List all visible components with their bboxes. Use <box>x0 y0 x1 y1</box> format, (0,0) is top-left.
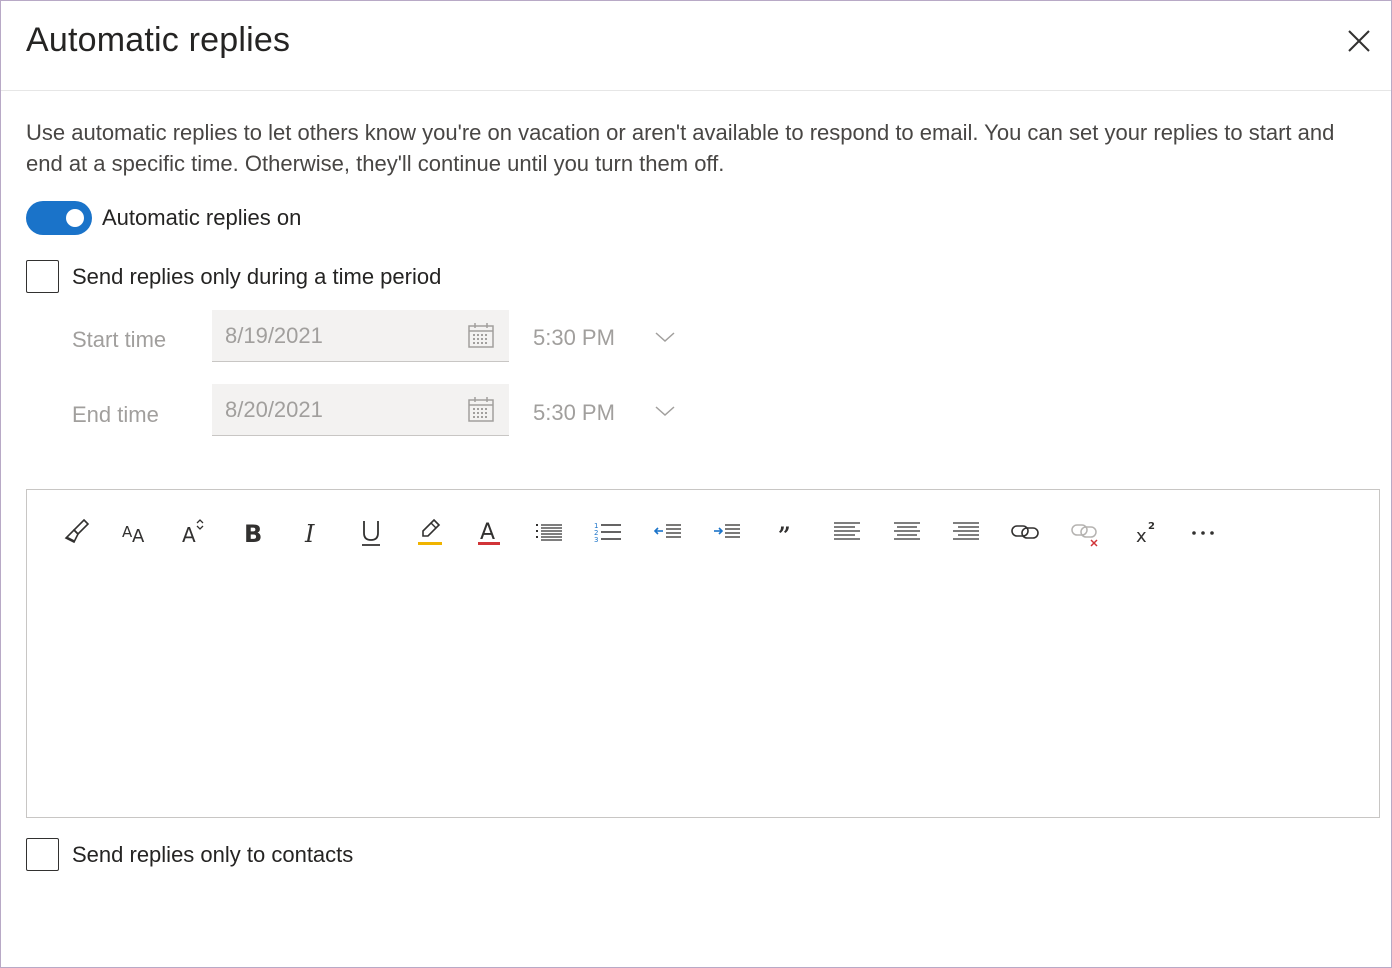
time-period-checkbox[interactable] <box>26 260 59 293</box>
format-painter-icon <box>64 518 90 544</box>
svg-text:B: B <box>244 520 262 548</box>
font-size-button[interactable]: A <box>173 514 213 550</box>
font-button[interactable]: A A <box>114 514 154 550</box>
svg-text:2: 2 <box>1148 521 1155 532</box>
toggle-label: Automatic replies on <box>102 205 302 230</box>
underline-button[interactable] <box>351 514 391 550</box>
svg-text:A: A <box>182 523 196 547</box>
contacts-only-label: Send replies only to contacts <box>72 841 354 867</box>
message-body-input[interactable] <box>27 574 1379 817</box>
svg-text:”: ” <box>778 523 791 548</box>
more-options-icon <box>1192 531 1214 535</box>
message-editor: A A A B I A 1 2 3 ” x 2 <box>26 489 1380 818</box>
contacts-row: Send replies only to contacts <box>26 838 353 871</box>
calendar-icon[interactable] <box>467 396 495 424</box>
superscript-icon: x 2 <box>1136 521 1155 547</box>
italic-button[interactable]: I <box>291 514 331 550</box>
automatic-replies-toggle[interactable] <box>26 201 92 235</box>
quote-icon: ” <box>778 523 791 548</box>
align-left-button[interactable] <box>827 514 867 550</box>
toggle-knob <box>66 209 84 227</box>
decrease-indent-button[interactable] <box>648 514 688 550</box>
underline-icon <box>362 521 380 546</box>
dialog-header: Automatic replies <box>1 1 1391 91</box>
start-date-value: 8/19/2021 <box>225 323 323 348</box>
font-size-icon: A <box>182 519 204 547</box>
start-time-label: Start time <box>72 327 167 352</box>
end-date-value: 8/20/2021 <box>225 397 323 422</box>
highlight-icon <box>418 518 442 545</box>
align-right-button[interactable] <box>946 514 986 550</box>
calendar-icon[interactable] <box>467 322 495 350</box>
automatic-replies-dialog: Automatic replies Use automatic replies … <box>0 0 1392 968</box>
dialog-title: Automatic replies <box>26 21 291 59</box>
time-period-label: Send replies only during a time period <box>72 263 442 289</box>
align-center-icon <box>894 522 920 540</box>
bold-icon: B <box>244 520 262 548</box>
format-painter-button[interactable] <box>56 514 96 550</box>
close-icon <box>1348 30 1370 52</box>
font-color-button[interactable]: A <box>469 514 509 550</box>
dialog-description: Use automatic replies to let others know… <box>26 120 1335 176</box>
increase-indent-icon <box>714 524 740 538</box>
end-time-value[interactable]: 5:30 PM <box>533 400 615 426</box>
quote-button[interactable]: ” <box>766 514 806 550</box>
svg-text:A: A <box>132 526 145 547</box>
more-options-button[interactable] <box>1183 514 1223 550</box>
font-color-icon: A <box>478 520 500 545</box>
end-time-label: End time <box>72 402 159 427</box>
svg-text:3: 3 <box>594 536 598 544</box>
bullets-icon <box>536 524 562 541</box>
automatic-replies-toggle-row: Automatic replies on <box>26 200 301 236</box>
contacts-only-checkbox[interactable] <box>26 838 59 871</box>
start-time-value[interactable]: 5:30 PM <box>533 325 615 351</box>
formatting-toolbar: A A A B I A 1 2 3 ” x 2 <box>27 490 1379 574</box>
superscript-button[interactable]: x 2 <box>1126 514 1166 550</box>
align-right-icon <box>953 522 979 540</box>
bullets-button[interactable] <box>529 514 569 550</box>
end-date-field[interactable]: 8/20/2021 <box>212 384 509 436</box>
svg-text:I: I <box>304 520 315 548</box>
font-icon: A A <box>122 523 145 547</box>
align-left-icon <box>834 522 860 540</box>
remove-link-button[interactable] <box>1065 514 1105 550</box>
close-button[interactable] <box>1341 23 1377 59</box>
svg-text:x: x <box>1136 526 1147 547</box>
chevron-down-icon[interactable] <box>653 329 677 345</box>
numbering-icon: 1 2 3 <box>594 522 621 544</box>
remove-link-icon <box>1071 524 1098 547</box>
italic-icon: I <box>304 520 315 548</box>
insert-link-button[interactable] <box>1005 514 1045 550</box>
svg-text:A: A <box>480 520 495 545</box>
bold-button[interactable]: B <box>232 514 272 550</box>
align-center-button[interactable] <box>887 514 927 550</box>
time-period-row: Send replies only during a time period <box>26 260 441 293</box>
increase-indent-button[interactable] <box>707 514 747 550</box>
numbering-button[interactable]: 1 2 3 <box>588 514 628 550</box>
insert-link-icon <box>1011 525 1039 539</box>
start-date-field[interactable]: 8/19/2021 <box>212 310 509 362</box>
highlight-button[interactable] <box>410 514 450 550</box>
decrease-indent-icon <box>653 524 681 538</box>
chevron-down-icon[interactable] <box>653 403 677 419</box>
